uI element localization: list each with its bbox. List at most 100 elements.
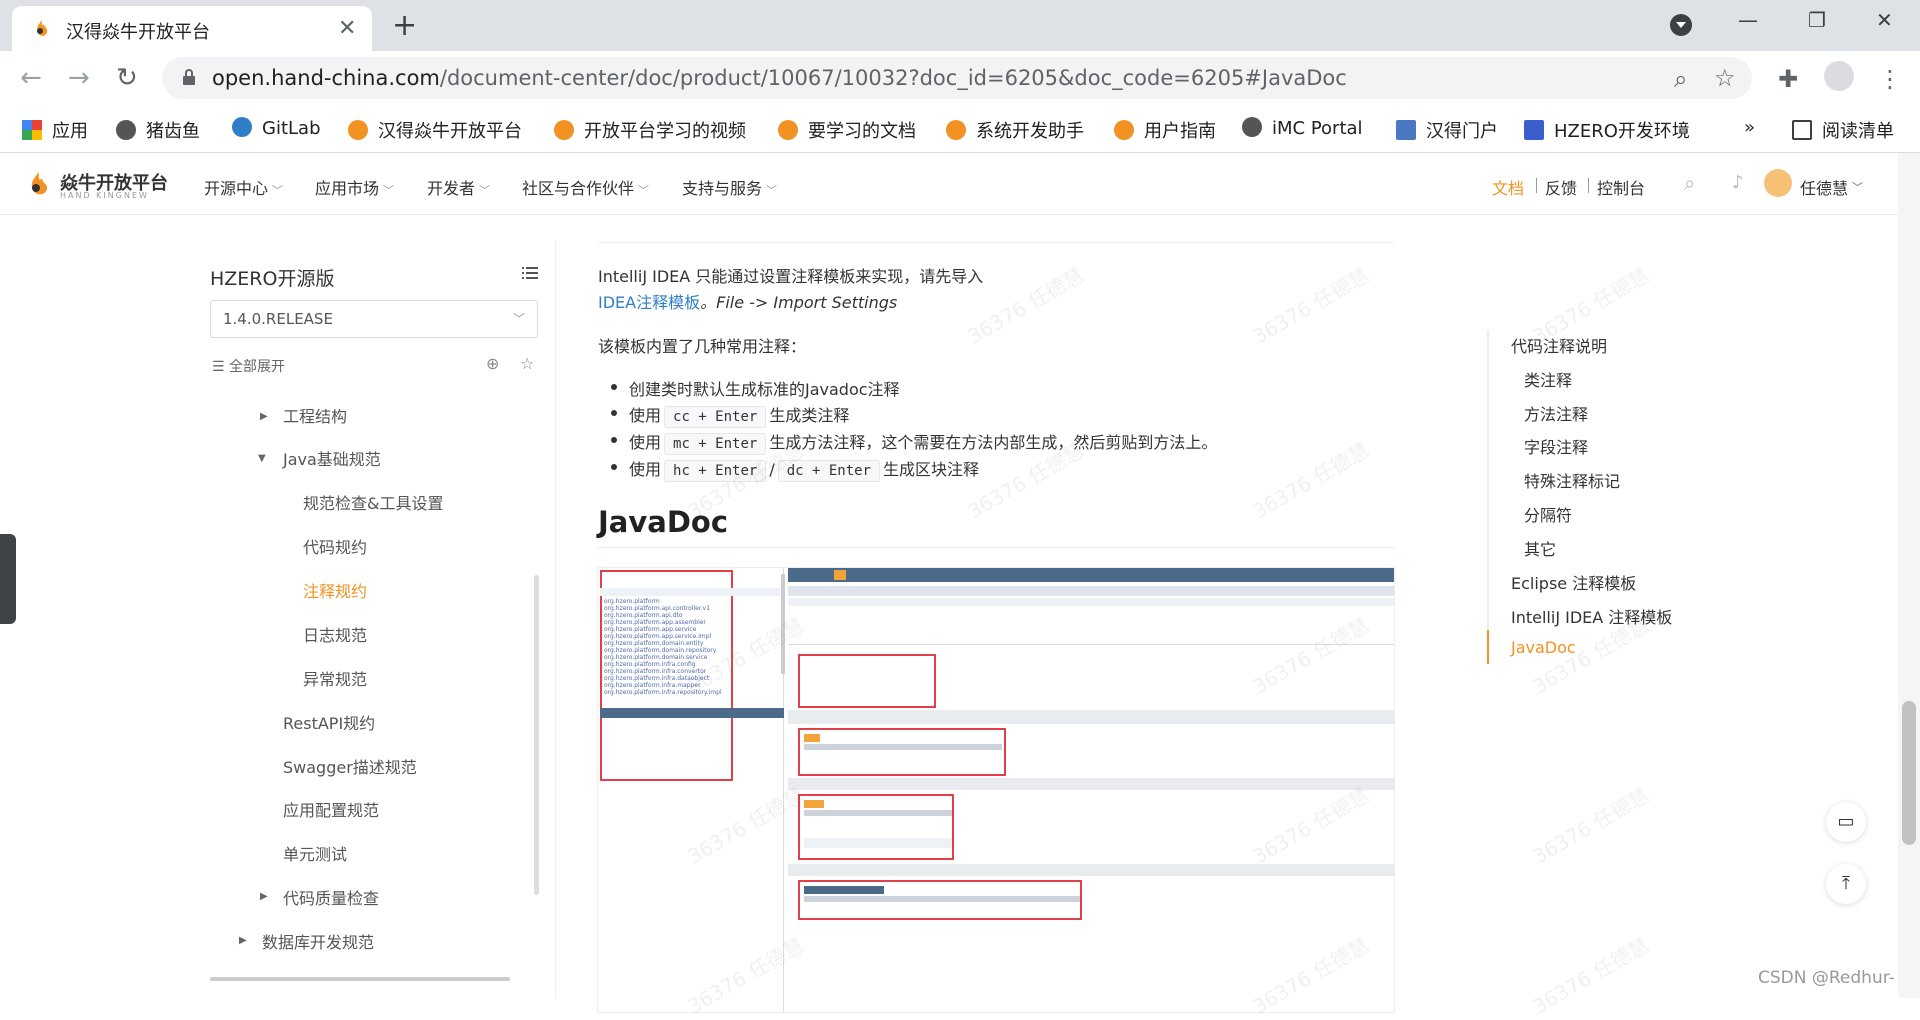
header-link-feedback[interactable]: 反馈 xyxy=(1545,175,1577,199)
tab-title: 汉得焱牛开放平台 xyxy=(66,22,210,43)
toc-item[interactable]: 特殊注释标记 xyxy=(1524,468,1620,492)
version-select[interactable]: 1.4.0.RELEASE ﹀ xyxy=(210,300,538,338)
nav-open-source[interactable]: 开源中心 ﹀ xyxy=(204,175,283,199)
tree-item[interactable]: 单元测试 xyxy=(283,841,347,865)
lock-icon xyxy=(183,69,195,85)
image-row xyxy=(781,574,785,674)
bookmark-label: 用户指南 xyxy=(1144,121,1216,142)
restore-icon[interactable]: ❐ xyxy=(1808,8,1826,32)
back-icon[interactable]: ← xyxy=(20,63,42,93)
tree-item[interactable]: 代码规约 xyxy=(303,534,367,558)
toc-item[interactable]: 代码注释说明 xyxy=(1511,333,1607,357)
bookmark-videos[interactable]: 开放平台学习的视频 xyxy=(554,117,746,143)
flame-logo-icon xyxy=(348,120,368,140)
list-item: 使用 hc + Enter / dc + Enter 生成区块注释 xyxy=(610,456,979,482)
tree-item[interactable]: 应用配置规范 xyxy=(283,797,379,821)
tree-item[interactable]: Swagger描述规范 xyxy=(283,754,417,778)
bookmark-imc-portal[interactable]: iMC Portal xyxy=(1242,117,1363,139)
minimize-icon[interactable]: — xyxy=(1738,8,1758,32)
caret-down-icon[interactable]: ▼ xyxy=(258,453,266,464)
bookmark-hand-portal[interactable]: 汉得门户 xyxy=(1396,117,1498,143)
zoom-icon[interactable]: ⌕ xyxy=(1674,65,1687,93)
bookmark-dev-helper[interactable]: 系统开发助手 xyxy=(946,117,1084,143)
side-panel-handle[interactable] xyxy=(0,534,16,624)
forward-icon[interactable]: → xyxy=(68,63,90,93)
tree-item[interactable]: 异常规范 xyxy=(303,666,367,690)
toc-item[interactable]: 分隔符 xyxy=(1524,502,1572,526)
user-name[interactable]: 任德慧 xyxy=(1800,175,1848,199)
idea-template-link[interactable]: IDEA注释模板 xyxy=(598,293,700,312)
back-to-top-icon[interactable]: ⤒ xyxy=(1826,864,1866,904)
header-link-console[interactable]: 控制台 xyxy=(1597,175,1645,199)
sidebar-horizontal-scrollbar[interactable] xyxy=(210,977,510,981)
chevron-down-icon: ﹀ xyxy=(638,184,650,197)
tree-item[interactable]: 日志规范 xyxy=(303,622,367,646)
user-avatar[interactable] xyxy=(1764,169,1792,197)
tree-item[interactable]: 工程结构 xyxy=(283,409,347,427)
nav-developer[interactable]: 开发者 ﹀ xyxy=(427,175,490,199)
caret-right-icon[interactable]: ▶ xyxy=(260,891,268,902)
new-tab-icon[interactable]: + xyxy=(392,8,417,43)
sidebar-scrollbar[interactable] xyxy=(534,575,539,895)
text: 使用 xyxy=(629,433,662,452)
bookmark-user-guide[interactable]: 用户指南 xyxy=(1114,117,1216,143)
page-scrollbar-thumb[interactable] xyxy=(1902,701,1916,845)
reading-list[interactable]: 阅读清单 xyxy=(1792,117,1894,143)
reload-icon[interactable]: ↻ xyxy=(116,63,138,93)
bookmark-hzero-env[interactable]: HZERO开发环境 xyxy=(1524,117,1690,143)
url-text[interactable]: open.hand-china.com/document-center/doc/… xyxy=(212,66,1347,90)
bookmark-choerodon[interactable]: 猪齿鱼 xyxy=(116,117,200,143)
caret-right-icon[interactable]: ▶ xyxy=(260,411,268,422)
bookmark-docs[interactable]: 要学习的文档 xyxy=(778,117,916,143)
chevron-down-icon: ﹀ xyxy=(512,312,525,326)
menu-kebab-icon[interactable]: ⋮ xyxy=(1878,65,1902,93)
toc-item[interactable]: 类注释 xyxy=(1524,367,1572,391)
star-icon[interactable]: ☆ xyxy=(520,354,534,373)
list-icon[interactable] xyxy=(522,266,538,280)
shortcut-code: hc + Enter xyxy=(664,460,767,482)
tree-item[interactable]: 规范检查&工具设置 xyxy=(303,490,443,514)
bookmark-open-platform[interactable]: 汉得焱牛开放平台 xyxy=(348,117,522,143)
header-link-docs[interactable]: 文档 xyxy=(1492,175,1524,199)
tree-item[interactable]: RestAPI规约 xyxy=(283,710,375,734)
expand-all-button[interactable]: ☰ 全部展开 xyxy=(212,356,285,376)
browser-tab[interactable]: 汉得焱牛开放平台 ✕ xyxy=(12,6,372,51)
tree-item[interactable]: 代码质量检查 xyxy=(283,885,379,909)
javadoc-screenshot-image: org.hzero.platform org.hzero.platform.ap… xyxy=(597,567,1395,1013)
profile-avatar-icon[interactable] xyxy=(1824,61,1854,91)
search-icon[interactable]: ⌕ xyxy=(1684,171,1695,195)
toc-item[interactable]: IntelliJ IDEA 注释模板 xyxy=(1511,604,1672,628)
extensions-icon[interactable]: ✚ xyxy=(1778,65,1798,93)
toc-item[interactable]: Eclipse 注释模板 xyxy=(1511,570,1636,594)
bookmark-star-icon[interactable]: ☆ xyxy=(1714,64,1736,92)
tree-item[interactable]: 数据库开发规范 xyxy=(262,929,374,953)
close-window-icon[interactable]: ✕ xyxy=(1876,8,1893,32)
tab-search-icon[interactable] xyxy=(1670,14,1692,36)
nav-app-market[interactable]: 应用市场 ﹀ xyxy=(315,175,394,199)
tree-item-active[interactable]: 注释规约 xyxy=(303,578,367,602)
bookmark-apps[interactable]: 应用 xyxy=(22,117,88,143)
bookmark-label: 应用 xyxy=(52,121,88,142)
bookmarks-overflow[interactable]: » xyxy=(1744,117,1755,138)
image-row xyxy=(804,800,824,808)
locate-icon[interactable]: ⊕ xyxy=(486,354,499,373)
toc-item[interactable]: 其它 xyxy=(1524,536,1556,560)
nav-community[interactable]: 社区与合作伙伴 ﹀ xyxy=(522,175,649,199)
toc-item-active[interactable]: JavaDoc xyxy=(1511,638,1576,657)
caret-right-icon[interactable]: ▶ xyxy=(239,935,247,946)
toc-item[interactable]: 字段注释 xyxy=(1524,434,1588,458)
chevron-down-icon: ﹀ xyxy=(479,184,491,197)
address-bar[interactable]: open.hand-china.com/document-center/doc/… xyxy=(162,57,1752,99)
chat-feedback-icon[interactable]: ▭ xyxy=(1826,802,1866,842)
expand-all-label: 全部展开 xyxy=(229,359,286,375)
version-value: 1.4.0.RELEASE xyxy=(223,310,333,328)
nav-support[interactable]: 支持与服务 ﹀ xyxy=(682,175,777,199)
bookmark-gitlab[interactable]: GitLab xyxy=(232,117,321,139)
tree-item[interactable]: Java基础规范 xyxy=(283,446,381,470)
image-row xyxy=(788,586,1394,596)
tab-close-icon[interactable]: ✕ xyxy=(338,16,356,41)
chevron-down-icon[interactable]: ﹀ xyxy=(1852,179,1863,195)
bell-icon[interactable]: ♪ xyxy=(1732,172,1744,193)
page-scrollbar[interactable] xyxy=(1898,153,1920,998)
toc-item[interactable]: 方法注释 xyxy=(1524,401,1588,425)
